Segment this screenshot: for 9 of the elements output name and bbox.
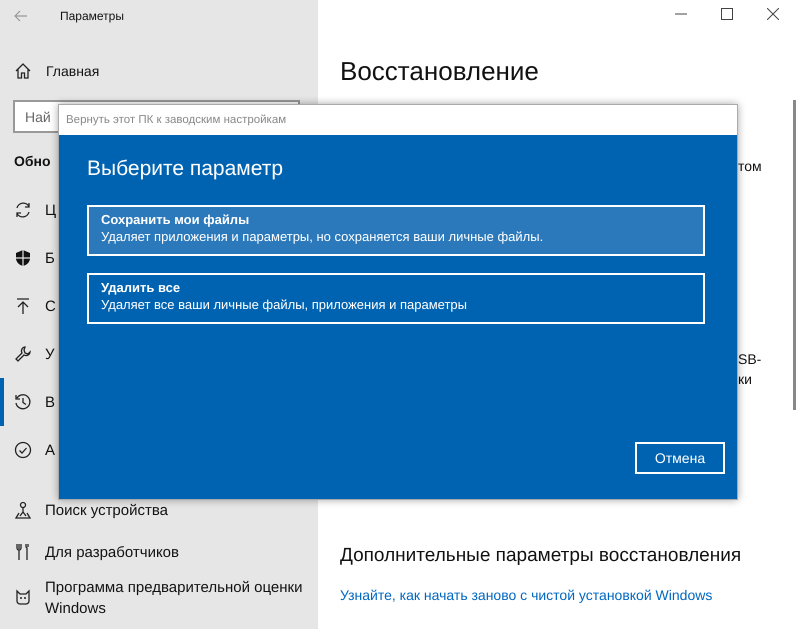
section-heading: Обно (14, 153, 51, 171)
dialog-title: Вернуть этот ПК к заводским настройкам (59, 105, 737, 135)
text-fragment: том (738, 158, 762, 176)
text-fragment: ки (738, 371, 752, 389)
dialog-heading: Выберите параметр (87, 157, 284, 181)
window-title: Параметры (60, 9, 124, 23)
section-heading: Дополнительные параметры восстановления (340, 545, 742, 567)
text-fragment: SB- (738, 351, 762, 369)
page-title: Восстановление (340, 56, 540, 88)
